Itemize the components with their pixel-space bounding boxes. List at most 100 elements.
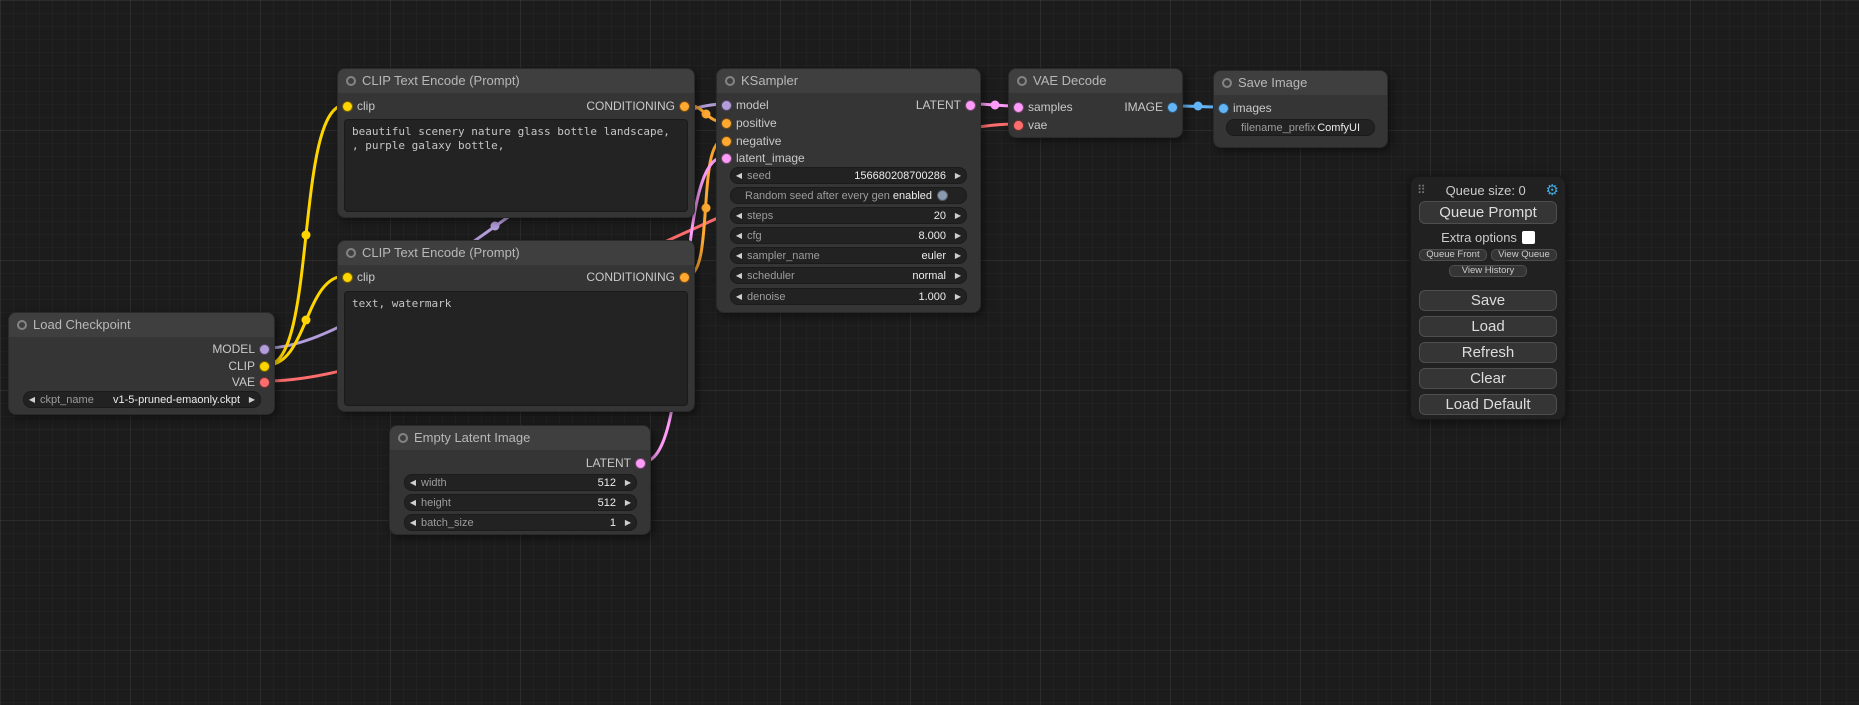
input-dot-positive[interactable] [721,118,732,129]
widget-label: seed [747,170,771,182]
node-clip-text-encode-negative[interactable]: CLIP Text Encode (Prompt) clip CONDITION… [337,240,695,412]
increment-arrow-icon[interactable]: ▶ [620,515,636,530]
node-title: CLIP Text Encode (Prompt) [362,245,520,260]
collapse-dot[interactable] [346,248,356,258]
increment-arrow-icon[interactable]: ▶ [950,228,966,243]
node-save-image[interactable]: Save Image images filename_prefix ComfyU… [1213,70,1388,148]
widget-batch-size[interactable]: ◀ batch_size 1 ▶ [404,514,637,531]
decrement-arrow-icon[interactable]: ◀ [731,248,747,263]
widget-cfg[interactable]: ◀ cfg 8.000 ▶ [730,227,967,244]
queue-panel: ⠿ Queue size: 0 ⚙ Queue Prompt Extra opt… [1410,176,1566,420]
node-ksampler[interactable]: KSampler model positive negative latent_… [716,68,981,313]
widget-value: 512 [447,477,620,489]
decrement-arrow-icon[interactable]: ◀ [731,208,747,223]
node-title-bar[interactable]: VAE Decode [1009,69,1182,93]
input-slot-latent-image: latent_image [717,150,980,166]
collapse-dot[interactable] [17,320,27,330]
collapse-dot[interactable] [398,433,408,443]
view-queue-button[interactable]: View Queue [1491,249,1557,261]
node-title-bar[interactable]: KSampler [717,69,980,93]
widget-denoise[interactable]: ◀ denoise 1.000 ▶ [730,288,967,305]
link-dot-negative [702,204,711,213]
decrement-arrow-icon[interactable]: ◀ [24,392,40,407]
widget-label: filename_prefix [1241,122,1316,134]
load-default-button[interactable]: Load Default [1419,394,1557,415]
load-button[interactable]: Load [1419,316,1557,337]
decrement-arrow-icon[interactable]: ◀ [405,475,421,490]
slot-label-vae: VAE [232,375,255,389]
node-title-bar[interactable]: Empty Latent Image [390,426,650,450]
queue-prompt-button[interactable]: Queue Prompt [1419,201,1557,224]
decrement-arrow-icon[interactable]: ◀ [731,168,747,183]
output-dot-conditioning[interactable] [679,272,690,283]
slot-label-vae: vae [1028,118,1047,132]
output-slot-vae: VAE [9,374,274,390]
input-dot-vae[interactable] [1013,120,1024,131]
widget-random-seed-toggle[interactable]: Random seed after every gen enabled [730,187,967,204]
widget-scheduler[interactable]: ◀ scheduler normal ▶ [730,267,967,284]
output-dot-latent[interactable] [635,458,646,469]
node-graph-canvas[interactable]: { "colors": { "model": "#b39ddb", "clip"… [0,0,1859,705]
increment-arrow-icon[interactable]: ▶ [620,495,636,510]
decrement-arrow-icon[interactable]: ◀ [731,289,747,304]
node-vae-decode[interactable]: VAE Decode samples vae IMAGE [1008,68,1183,138]
collapse-dot[interactable] [725,76,735,86]
widget-label: height [421,497,451,509]
input-dot-latent-image[interactable] [721,153,732,164]
increment-arrow-icon[interactable]: ▶ [950,208,966,223]
node-title-bar[interactable]: CLIP Text Encode (Prompt) [338,69,694,93]
output-dot-vae[interactable] [259,377,270,388]
widget-width[interactable]: ◀ width 512 ▶ [404,474,637,491]
collapse-dot[interactable] [1017,76,1027,86]
decrement-arrow-icon[interactable]: ◀ [731,268,747,283]
node-empty-latent-image[interactable]: Empty Latent Image LATENT ◀ width 512 ▶ … [389,425,651,535]
output-dot-model[interactable] [259,344,270,355]
increment-arrow-icon[interactable]: ▶ [950,168,966,183]
view-history-button[interactable]: View History [1449,265,1527,277]
output-dot-image[interactable] [1167,102,1178,113]
output-slot-conditioning: CONDITIONING [338,98,694,114]
queue-front-button[interactable]: Queue Front [1419,249,1487,261]
node-title-bar[interactable]: Load Checkpoint [9,313,274,337]
increment-arrow-icon[interactable]: ▶ [950,268,966,283]
slot-label-latent: LATENT [916,98,961,112]
increment-arrow-icon[interactable]: ▶ [244,392,260,407]
decrement-arrow-icon[interactable]: ◀ [405,515,421,530]
node-title: Load Checkpoint [33,317,131,332]
decrement-arrow-icon[interactable]: ◀ [405,495,421,510]
widget-steps[interactable]: ◀ steps 20 ▶ [730,207,967,224]
extra-options-row: Extra options [1411,231,1565,244]
settings-gear-icon[interactable]: ⚙ [1546,181,1559,199]
widget-sampler-name[interactable]: ◀ sampler_name euler ▶ [730,247,967,264]
increment-arrow-icon[interactable]: ▶ [620,475,636,490]
widget-value: 8.000 [762,230,950,242]
clear-button[interactable]: Clear [1419,368,1557,389]
widget-value: enabled [890,190,932,202]
save-button[interactable]: Save [1419,290,1557,311]
node-title-bar[interactable]: Save Image [1214,71,1387,95]
widget-height[interactable]: ◀ height 512 ▶ [404,494,637,511]
collapse-dot[interactable] [346,76,356,86]
decrement-arrow-icon[interactable]: ◀ [731,228,747,243]
refresh-button[interactable]: Refresh [1419,342,1557,363]
node-title: VAE Decode [1033,73,1106,88]
widget-ckpt-name[interactable]: ◀ ckpt_name v1-5-pruned-emaonly.ckpt ▶ [23,391,261,408]
output-dot-clip[interactable] [259,361,270,372]
increment-arrow-icon[interactable]: ▶ [950,248,966,263]
toggle-knob-icon[interactable] [937,190,948,201]
increment-arrow-icon[interactable]: ▶ [950,289,966,304]
node-clip-text-encode-positive[interactable]: CLIP Text Encode (Prompt) clip CONDITION… [337,68,695,218]
prompt-textarea[interactable]: beautiful scenery nature glass bottle la… [344,119,688,212]
prompt-textarea[interactable]: text, watermark [344,291,688,406]
output-dot-conditioning[interactable] [679,101,690,112]
output-dot-latent[interactable] [965,100,976,111]
widget-filename-prefix[interactable]: filename_prefix ComfyUI [1226,119,1375,136]
widget-seed[interactable]: ◀ seed 156680208700286 ▶ [730,167,967,184]
extra-options-checkbox[interactable] [1522,231,1535,244]
collapse-dot[interactable] [1222,78,1232,88]
node-title-bar[interactable]: CLIP Text Encode (Prompt) [338,241,694,265]
node-load-checkpoint[interactable]: Load Checkpoint MODEL CLIP VAE ◀ ckpt_na… [8,312,275,415]
drag-handle-icon[interactable]: ⠿ [1417,183,1426,197]
input-dot-images[interactable] [1218,103,1229,114]
input-dot-negative[interactable] [721,136,732,147]
